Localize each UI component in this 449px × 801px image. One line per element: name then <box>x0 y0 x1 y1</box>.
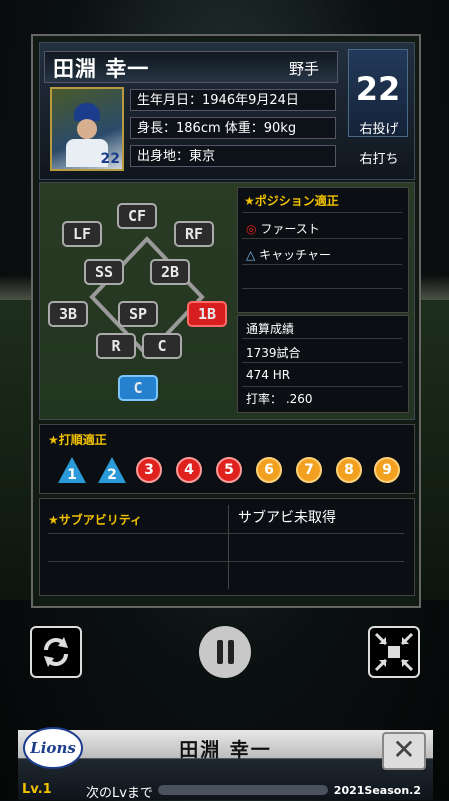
career-stats-panel: 通算成績 1739試合 474 HR 打率： .260 <box>237 315 409 413</box>
aptitude-position-name: ファースト <box>260 222 320 236</box>
batting-average: 打率： .260 <box>246 392 313 406</box>
pos-3b[interactable]: 3B <box>48 301 88 327</box>
divider <box>242 264 402 265</box>
divider <box>48 561 404 562</box>
order-slot-6-icon: 6 <box>256 457 282 483</box>
exp-progress-bar <box>158 785 328 795</box>
order-slot-7-icon: 7 <box>296 457 322 483</box>
height-weight: 身長：186cm 体重：90kg <box>130 117 336 139</box>
order-slot-9-icon: 9 <box>374 457 400 483</box>
order-slot-1-icon: 1 <box>58 457 86 483</box>
order-slot-8-icon: 8 <box>336 457 362 483</box>
player-card: 田淵 幸一 野手 22 22 生年月日：1946年9月24日 身長：186cm … <box>31 34 421 608</box>
position-field-panel: CF LF RF SS 2B 3B SP 1B R C C ★ポジション適正 ◎… <box>39 182 415 420</box>
order-slot-2-icon: 2 <box>98 457 126 483</box>
games-played: 1739試合 <box>246 346 301 360</box>
name-bar: 田淵 幸一 野手 <box>44 51 338 83</box>
divider <box>242 288 402 289</box>
position-aptitude-title: ★ポジション適正 <box>244 194 339 208</box>
pos-rf[interactable]: RF <box>174 221 214 247</box>
order-slot-4-icon: 4 <box>176 457 202 483</box>
divider <box>48 533 404 534</box>
divider <box>242 362 402 363</box>
divider <box>242 338 402 339</box>
season-label: 2021Season.2 <box>333 784 421 797</box>
player-name: 田淵 幸一 <box>53 57 150 81</box>
sub-ability-panel: ★サブアビリティ サブアビ未取得 <box>39 498 415 596</box>
aptitude-item: ◎ ファースト <box>246 220 320 237</box>
aptitude-mark-excellent-icon: ◎ <box>246 222 257 236</box>
pos-1b[interactable]: 1B <box>187 301 227 327</box>
batting-order-panel: ★打順適正 1 2 3 4 5 6 7 8 9 <box>39 424 415 494</box>
pos-rp[interactable]: R <box>96 333 136 359</box>
pos-closer[interactable]: C <box>142 333 182 359</box>
divider <box>228 505 229 589</box>
refresh-button[interactable] <box>30 626 82 678</box>
order-number: 1 <box>67 467 77 483</box>
pos-2b[interactable]: 2B <box>150 259 190 285</box>
home-runs: 474 HR <box>246 368 291 382</box>
divider <box>242 212 402 213</box>
aptitude-item: △ キャッチャー <box>246 246 331 263</box>
batting-order-title: ★打順適正 <box>48 433 107 447</box>
pause-button[interactable] <box>199 626 251 678</box>
photo-number: 22 <box>100 151 120 167</box>
order-slot-3-icon: 3 <box>136 457 162 483</box>
pos-catcher[interactable]: C <box>118 375 158 401</box>
refresh-icon <box>44 637 68 667</box>
pause-icon <box>217 640 234 664</box>
sub-ability-status: サブアビ未取得 <box>238 510 336 526</box>
player-level: Lv.1 <box>22 782 52 797</box>
player-header: 田淵 幸一 野手 22 22 生年月日：1946年9月24日 身長：186cm … <box>39 42 415 180</box>
collapse-icon <box>374 632 414 672</box>
photo-face <box>77 119 97 139</box>
career-stats-title: 通算成績 <box>246 322 295 336</box>
aptitude-mark-fair-icon: △ <box>246 248 256 262</box>
throwing-hand: 右投げ <box>359 122 399 137</box>
pos-cf[interactable]: CF <box>117 203 157 229</box>
order-number: 2 <box>107 467 117 483</box>
bottom-player-name: 田淵 幸一 <box>179 739 272 761</box>
order-slot-5-icon: 5 <box>216 457 242 483</box>
uniform-number: 22 <box>355 70 401 108</box>
divider <box>242 386 402 387</box>
next-level-label: 次のLvまで <box>86 786 153 801</box>
bottom-player-bar: Lions 田淵 幸一 ✕ Lv.1 次のLvまで 2021Season.2 <box>18 727 433 801</box>
aptitude-position-name: キャッチャー <box>259 248 331 262</box>
sub-ability-title: ★サブアビリティ <box>48 513 143 527</box>
pos-sp[interactable]: SP <box>118 301 158 327</box>
pos-lf[interactable]: LF <box>62 221 102 247</box>
collapse-button[interactable] <box>368 626 420 678</box>
position-aptitude-panel: ★ポジション適正 ◎ ファースト △ キャッチャー <box>237 187 409 313</box>
pos-ss[interactable]: SS <box>84 259 124 285</box>
birth-date: 生年月日：1946年9月24日 <box>130 89 336 111</box>
hometown: 出身地：東京 <box>130 145 336 167</box>
player-position: 野手 <box>288 60 319 78</box>
batting-hand: 右打ち <box>359 152 399 167</box>
divider <box>242 238 402 239</box>
close-button[interactable]: ✕ <box>382 732 426 770</box>
player-photo: 22 <box>50 87 124 171</box>
